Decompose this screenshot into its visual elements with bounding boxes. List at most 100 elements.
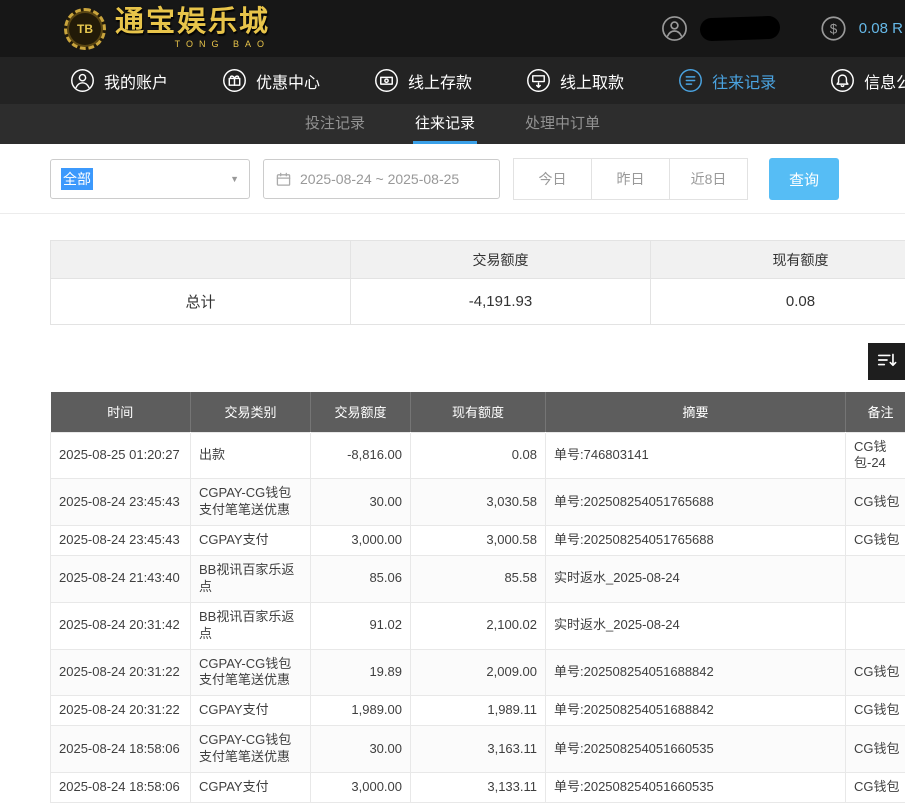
nav-item-promotions[interactable]: 优惠中心 — [222, 68, 320, 93]
summary-total-transaction: -4,191.93 — [351, 279, 651, 325]
records-header-2: 交易额度 — [311, 392, 411, 432]
logo[interactable]: TB 通宝娱乐城 TONG BAO — [64, 8, 270, 50]
cell: CGPAY支付 — [191, 696, 311, 726]
chevron-down-icon: ▼ — [230, 174, 239, 184]
dollar-icon: $ — [820, 15, 847, 42]
withdraw-icon — [526, 68, 551, 93]
summary-total-balance: 0.08 — [651, 279, 905, 325]
cell: 单号:202508254051765688 — [546, 526, 846, 556]
cell: 30.00 — [311, 479, 411, 526]
cell: 2025-08-24 21:43:40 — [51, 555, 191, 602]
type-dropdown[interactable]: 全部 ▼ — [50, 159, 250, 199]
cell: CG钱包 — [846, 696, 905, 726]
filter-bar: 全部 ▼ 2025-08-24 ~ 2025-08-25 今日昨日近8日 查询 — [50, 158, 905, 200]
quick-range-button-1[interactable]: 昨日 — [591, 158, 670, 200]
quick-range-button-0[interactable]: 今日 — [513, 158, 592, 200]
records-header-5: 备注 — [846, 392, 905, 432]
nav-label: 往来记录 — [712, 69, 776, 93]
cell: CG钱包-24 — [846, 432, 905, 479]
cell: 2025-08-24 20:31:22 — [51, 696, 191, 726]
censored-username — [699, 16, 780, 42]
search-button[interactable]: 查询 — [769, 158, 839, 200]
sort-icon — [876, 349, 898, 374]
gift-icon — [222, 68, 247, 93]
table-row: 2025-08-24 21:43:40BB视讯百家乐返点85.0685.58实时… — [51, 555, 905, 602]
nav-item-records[interactable]: 往来记录 — [678, 68, 776, 93]
calendar-icon — [276, 172, 291, 187]
table-row: 2025-08-24 18:58:06CGPAY-CG钱包支付笔笔送优惠30.0… — [51, 726, 905, 773]
summary-total-row: 总计 -4,191.93 0.08 — [51, 279, 905, 325]
cell: CGPAY-CG钱包支付笔笔送优惠 — [191, 479, 311, 526]
cell: 单号:202508254051688842 — [546, 649, 846, 696]
cell: CGPAY-CG钱包支付笔笔送优惠 — [191, 726, 311, 773]
cell: 实时返水_2025-08-24 — [546, 555, 846, 602]
nav-label: 我的账户 — [104, 69, 168, 93]
logo-chip-text: TB — [77, 22, 93, 36]
logo-name: 通宝娱乐城 — [115, 8, 270, 37]
date-range-value: 2025-08-24 ~ 2025-08-25 — [300, 171, 459, 187]
sort-button[interactable] — [868, 343, 905, 380]
tab-betting-records[interactable]: 投注记录 — [303, 104, 367, 144]
cell: CG钱包 — [846, 479, 905, 526]
page: TB 通宝娱乐城 TONG BAO $ 0.08 R — [0, 0, 905, 803]
cell: 19.89 — [311, 649, 411, 696]
cell — [846, 555, 905, 602]
tab-transaction-records[interactable]: 往来记录 — [413, 104, 477, 144]
cell: CG钱包 — [846, 649, 905, 696]
cell: 实时返水_2025-08-24 — [546, 602, 846, 649]
cell: 85.58 — [411, 555, 546, 602]
sort-row — [0, 343, 905, 380]
bell-icon — [830, 68, 855, 93]
main-nav: 我的账户 优惠中心 线上存款 线上取款 往来记录 信息公告 — [0, 57, 905, 104]
table-row: 2025-08-24 23:45:43CGPAY-CG钱包支付笔笔送优惠30.0… — [51, 479, 905, 526]
user-avatar-icon[interactable] — [661, 15, 688, 42]
quick-range-button-2[interactable]: 近8日 — [669, 158, 748, 200]
cell: 1,989.00 — [311, 696, 411, 726]
cell: CG钱包 — [846, 726, 905, 773]
cell: CG钱包 — [846, 526, 905, 556]
cell: 2025-08-24 20:31:22 — [51, 649, 191, 696]
cell: BB视讯百家乐返点 — [191, 555, 311, 602]
summary-header-balance: 现有额度 — [651, 241, 905, 279]
table-row: 2025-08-24 20:31:22CGPAY-CG钱包支付笔笔送优惠19.8… — [51, 649, 905, 696]
cell: 85.06 — [311, 555, 411, 602]
cell: CGPAY支付 — [191, 526, 311, 556]
nav-label: 线上存款 — [408, 69, 472, 93]
cell: 3,000.00 — [311, 772, 411, 802]
records-header-3: 现有额度 — [411, 392, 546, 432]
table-row: 2025-08-24 20:31:42BB视讯百家乐返点91.022,100.0… — [51, 602, 905, 649]
nav-label: 线上取款 — [560, 69, 624, 93]
date-range-picker[interactable]: 2025-08-24 ~ 2025-08-25 — [263, 159, 500, 199]
cell: 2,100.02 — [411, 602, 546, 649]
cell: 3,000.00 — [311, 526, 411, 556]
nav-item-withdraw[interactable]: 线上取款 — [526, 68, 624, 93]
cell: 2025-08-24 23:45:43 — [51, 526, 191, 556]
cell: 单号:202508254051688842 — [546, 696, 846, 726]
nav-item-deposit[interactable]: 线上存款 — [374, 68, 472, 93]
svg-text:$: $ — [830, 22, 838, 37]
cell: 91.02 — [311, 602, 411, 649]
logo-text: 通宝娱乐城 TONG BAO — [115, 8, 270, 49]
deposit-icon — [374, 68, 399, 93]
cell: 3,133.11 — [411, 772, 546, 802]
nav-item-announcements[interactable]: 信息公告 — [830, 68, 905, 93]
sub-nav: 投注记录 往来记录 处理中订单 — [0, 104, 905, 144]
cell: CGPAY支付 — [191, 772, 311, 802]
cell: 2025-08-25 01:20:27 — [51, 432, 191, 479]
cell: 2025-08-24 18:58:06 — [51, 726, 191, 773]
cell: 3,000.58 — [411, 526, 546, 556]
summary-total-label: 总计 — [51, 279, 351, 325]
cell: 单号:202508254051660535 — [546, 726, 846, 773]
divider — [0, 213, 905, 214]
cell: 0.08 — [411, 432, 546, 479]
cell: 单号:202508254051660535 — [546, 772, 846, 802]
cell: BB视讯百家乐返点 — [191, 602, 311, 649]
table-row: 2025-08-24 18:58:06CGPAY支付3,000.003,133.… — [51, 772, 905, 802]
tab-processing-orders[interactable]: 处理中订单 — [523, 104, 602, 144]
records-header-0: 时间 — [51, 392, 191, 432]
user-icon — [70, 68, 95, 93]
nav-item-account[interactable]: 我的账户 — [70, 68, 168, 93]
records-header-4: 摘要 — [546, 392, 846, 432]
table-row: 2025-08-25 01:20:27出款-8,816.000.08单号:746… — [51, 432, 905, 479]
cell: 1,989.11 — [411, 696, 546, 726]
